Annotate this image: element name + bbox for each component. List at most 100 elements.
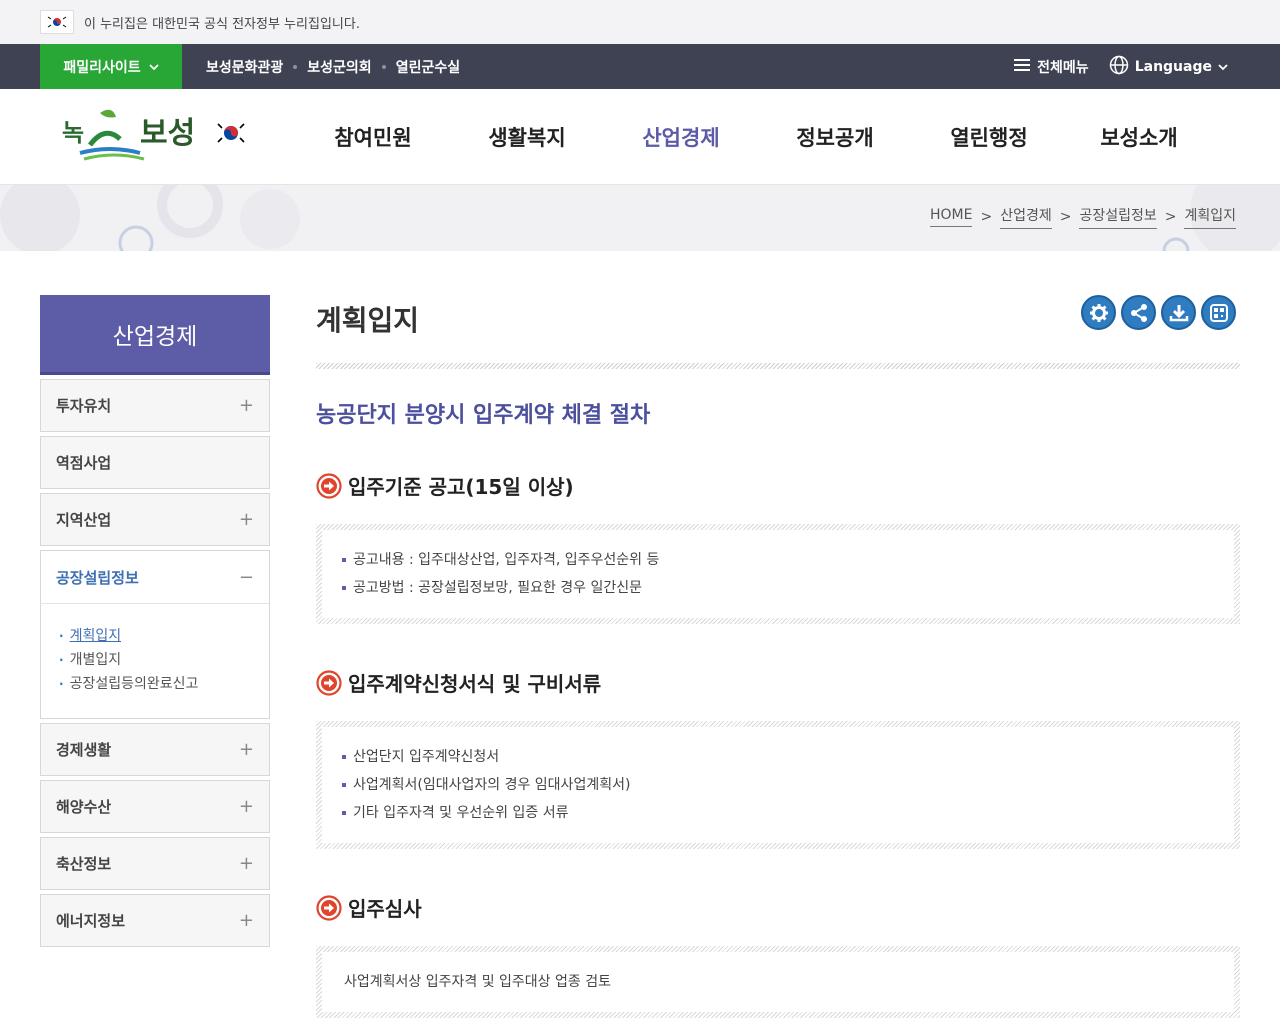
family-site-label: 패밀리사이트 (63, 59, 141, 76)
sidebar-subitem-label: 계획입지 (69, 628, 122, 644)
sidebar: 산업경제 투자유치 + 역점사업 지역산업 + 공장설립정보 − · 계획입지 … (40, 295, 270, 947)
share-icon (1130, 303, 1147, 322)
svg-text:보성: 보성 (140, 116, 195, 151)
gov-notice-text: 이 누리집은 대한민국 공식 전자정부 누리집입니다. (84, 16, 360, 32)
arrow-circle-icon (316, 669, 342, 696)
breadcrumb-home[interactable]: HOME (929, 207, 973, 227)
settings-button[interactable] (1081, 295, 1116, 330)
sidebar-item-label: 지역산업 (56, 511, 112, 529)
arrow-circle-icon (316, 894, 342, 921)
sidebar-item-livestock[interactable]: 축산정보 + (40, 837, 270, 890)
globe-icon (1109, 55, 1129, 79)
language-button[interactable]: Language (1109, 55, 1228, 79)
step-title: 입주계약신청서식 및 구비서류 (316, 668, 1240, 697)
sidebar-item-label: 공장설립정보 (56, 568, 139, 587)
list-item: 산업단지 입주계약신청서 (342, 743, 1214, 771)
title-divider (316, 363, 1240, 369)
step-title-text: 입주심사 (348, 897, 422, 921)
gnb-item-industry-economy[interactable]: 산업경제 (604, 122, 758, 152)
breadcrumb-industry-economy[interactable]: 산업경제 (1000, 205, 1052, 229)
sidebar-item-investment[interactable]: 투자유치 + (40, 379, 270, 432)
expand-icon: + (238, 395, 254, 416)
qr-code-icon (1209, 303, 1228, 322)
expand-icon: + (238, 796, 254, 817)
sidebar-item-energy[interactable]: 에너지정보 + (40, 894, 270, 947)
site-logo[interactable]: 녹 보성 (60, 105, 248, 165)
all-menu-button[interactable]: 전체메뉴 (1013, 57, 1089, 77)
expand-icon: + (238, 739, 254, 760)
sidebar-subitem-completion-report[interactable]: · 공장설립등의완료신고 (59, 672, 269, 696)
page-tools (1081, 295, 1236, 330)
breadcrumb-separator: > (980, 209, 993, 225)
step-title-text: 입주기준 공고(15일 이상) (348, 475, 574, 499)
step-box: 사업계획서상 입주자격 및 입주대상 업종 검토 (316, 946, 1240, 1018)
boseong-logo-icon: 녹 보성 (62, 109, 195, 161)
sidebar-title: 산업경제 (40, 295, 270, 375)
gnb-item-info-disclosure[interactable]: 정보공개 (758, 122, 912, 152)
util-link-mayor-office[interactable]: 열린군수실 (396, 57, 460, 77)
sidebar-subitem-individual-site[interactable]: · 개별입지 (59, 648, 269, 672)
list-item: 공고방법 : 공장설립정보망, 필요한 경우 일간신문 (342, 574, 1214, 602)
breadcrumb-current[interactable]: 계획입지 (1184, 205, 1236, 229)
expand-icon: + (238, 509, 254, 530)
sidebar-subitem-label: 공장설립등의완료신고 (69, 676, 199, 692)
list-item: 사업계획서(임대사업자의 경우 임대사업계획서) (342, 771, 1214, 799)
list-item: 공고내용 : 입주대상산업, 입주자격, 입주우선순위 등 (342, 546, 1214, 574)
utility-bar: 패밀리사이트 보성문화관광 보성군의회 열린군수실 전체메뉴 Language (0, 44, 1280, 89)
expand-icon: + (238, 910, 254, 931)
sidebar-item-key-projects[interactable]: 역점사업 (40, 436, 270, 489)
step-text: 사업계획서상 입주자격 및 입주대상 업종 검토 (344, 974, 611, 990)
download-icon (1169, 304, 1188, 321)
breadcrumb-separator: > (1164, 209, 1177, 225)
chevron-down-icon (1218, 59, 1228, 75)
sub-visual-banner: HOME > 산업경제 > 공장설립정보 > 계획입지 (0, 185, 1280, 251)
sidebar-item-label: 역점사업 (56, 454, 112, 472)
step-title: 입주기준 공고(15일 이상) (316, 471, 1240, 500)
section-heading: 농공단지 분양시 입주계약 체결 절차 (316, 403, 651, 428)
arrow-circle-icon (316, 472, 342, 499)
gear-icon (1089, 303, 1108, 322)
collapse-icon: − (238, 566, 254, 588)
sidebar-item-label: 축산정보 (56, 855, 112, 873)
sidebar-item-regional-industry[interactable]: 지역산업 + (40, 493, 270, 546)
main-content: 계획입지 농공단지 분양시 입주계약 체결 절차 입주기준 공고(15일 이상)… (316, 295, 1240, 1024)
gnb-item-about-boseong[interactable]: 보성소개 (1066, 122, 1212, 152)
util-link-culture-tour[interactable]: 보성문화관광 (206, 57, 283, 77)
sidebar-item-economic-life[interactable]: 경제생활 + (40, 723, 270, 776)
hamburger-icon (1013, 58, 1031, 76)
step-box: 공고내용 : 입주대상산업, 입주자격, 입주우선순위 등 공고방법 : 공장설… (316, 524, 1240, 624)
util-link-council[interactable]: 보성군의회 (307, 57, 371, 77)
sidebar-subitem-label: 개별입지 (69, 652, 122, 668)
sidebar-item-factory-info[interactable]: 공장설립정보 − (40, 550, 270, 603)
sidebar-item-label: 에너지정보 (56, 912, 126, 930)
gnb-item-life-welfare[interactable]: 생활복지 (450, 122, 604, 152)
gnb-item-civil-participation[interactable]: 참여민원 (296, 122, 450, 152)
step-title-text: 입주계약신청서식 및 구비서류 (348, 672, 602, 696)
main-nav: 참여민원 생활복지 산업경제 정보공개 열린행정 보성소개 (296, 89, 1212, 185)
download-button[interactable] (1161, 295, 1196, 330)
breadcrumb: HOME > 산업경제 > 공장설립정보 > 계획입지 (929, 205, 1236, 229)
qr-code-button[interactable] (1201, 295, 1236, 330)
separator-dot (381, 64, 386, 69)
list-item: 기타 입주자격 및 우선순위 입증 서류 (342, 799, 1214, 827)
family-site-button[interactable]: 패밀리사이트 (40, 44, 182, 89)
share-button[interactable] (1121, 295, 1156, 330)
sidebar-item-label: 투자유치 (56, 397, 112, 415)
breadcrumb-factory-info[interactable]: 공장설립정보 (1079, 205, 1157, 229)
language-label: Language (1134, 58, 1212, 75)
sidebar-submenu: · 계획입지 · 개별입지 · 공장설립등의완료신고 (40, 603, 270, 719)
breadcrumb-separator: > (1059, 209, 1072, 225)
step-box: 산업단지 입주계약신청서 사업계획서(임대사업자의 경우 임대사업계획서) 기타… (316, 721, 1240, 849)
svg-text:녹: 녹 (62, 119, 84, 147)
site-header: 녹 보성 참여민원 생활복지 산업경제 정보공개 열린행정 보성소개 (0, 89, 1280, 185)
sidebar-subitem-planned-site[interactable]: · 계획입지 (59, 624, 269, 648)
korea-flag-icon (40, 10, 74, 34)
sidebar-item-label: 경제생활 (56, 741, 112, 759)
all-menu-label: 전체메뉴 (1037, 59, 1089, 76)
chevron-down-icon (149, 59, 159, 75)
sidebar-item-marine-fisheries[interactable]: 해양수산 + (40, 780, 270, 833)
step-title: 입주심사 (316, 893, 1240, 922)
gnb-item-open-admin[interactable]: 열린행정 (912, 122, 1066, 152)
expand-icon: + (238, 853, 254, 874)
korea-flag-icon (214, 120, 248, 150)
